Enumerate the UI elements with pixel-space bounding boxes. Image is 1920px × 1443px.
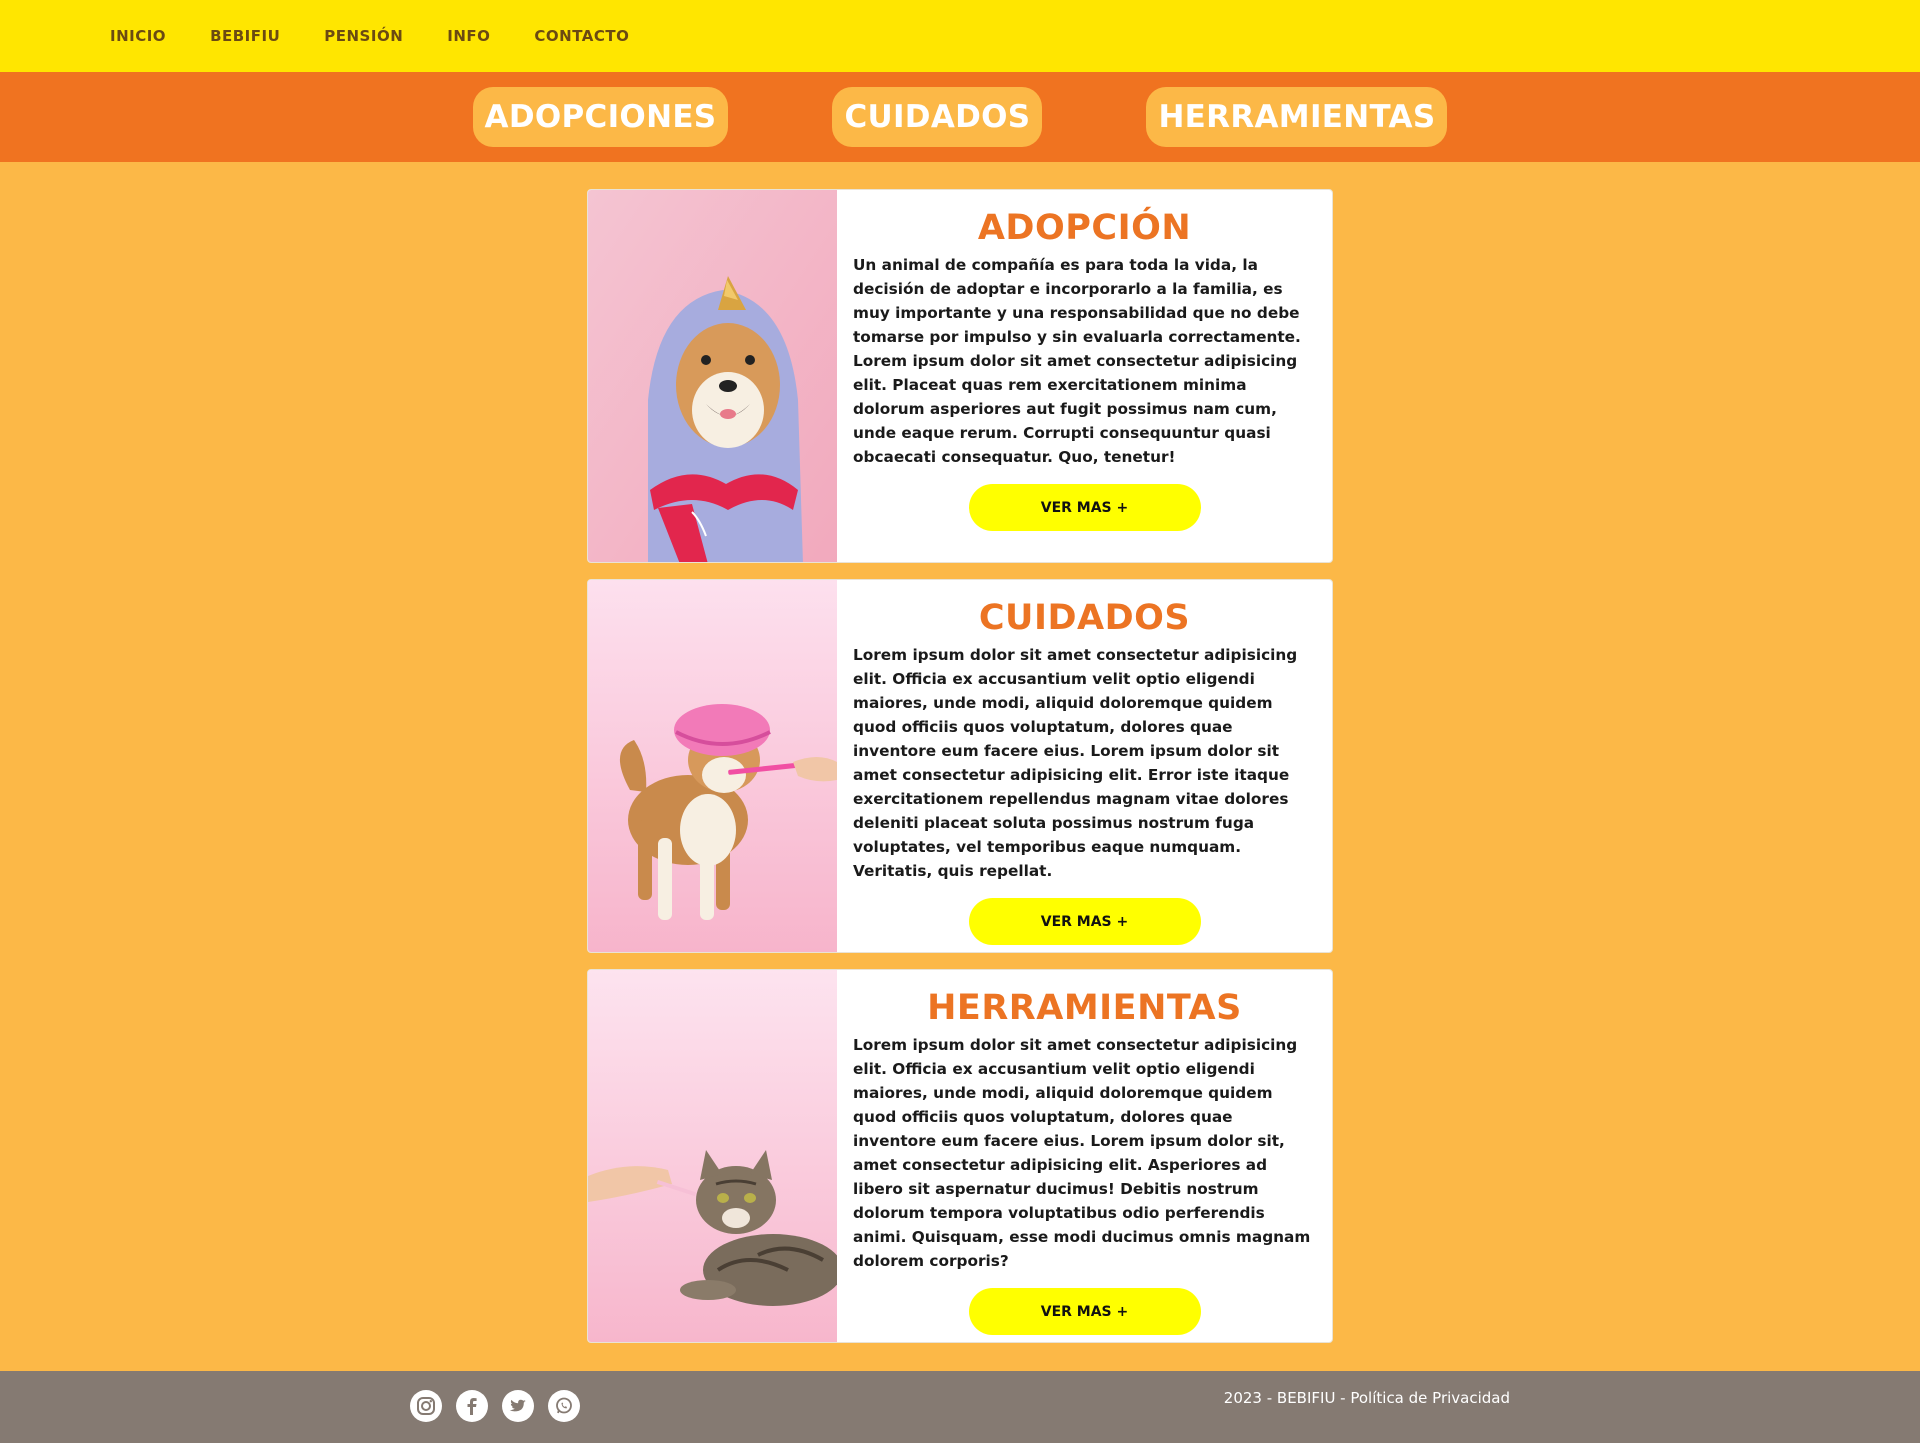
social-links <box>410 1390 594 1422</box>
card-body: ADOPCIÓN Un animal de compañía es para t… <box>837 190 1332 562</box>
top-navbar: INICIO BEBIFIU PENSIÓN INFO CONTACTO <box>0 0 1920 72</box>
ver-mas-button[interactable]: VER MAS + <box>968 898 1201 945</box>
card-title: CUIDADOS <box>978 598 1191 638</box>
card-text: Un animal de compañía es para toda la vi… <box>853 256 1301 466</box>
whatsapp-icon[interactable] <box>548 1390 580 1422</box>
nav-link-inicio[interactable]: INICIO <box>110 27 166 45</box>
facebook-icon[interactable] <box>456 1390 488 1422</box>
nav-link-bebifiu[interactable]: BEBIFIU <box>210 27 280 45</box>
copyright-text[interactable]: 2023 - BEBIFIU - Política de Privacidad <box>1224 1389 1510 1407</box>
card-text: Lorem ipsum dolor sit amet consectetur a… <box>853 1036 1311 1270</box>
card-text: Lorem ipsum dolor sit amet consectetur a… <box>853 646 1298 880</box>
card-body: HERRAMIENTAS Lorem ipsum dolor sit amet … <box>837 970 1332 1342</box>
card-title: HERRAMIENTAS <box>927 988 1242 1028</box>
card-herramientas: HERRAMIENTAS Lorem ipsum dolor sit amet … <box>587 969 1333 1343</box>
footer: 2023 - BEBIFIU - Política de Privacidad <box>0 1371 1920 1443</box>
ver-mas-button[interactable]: VER MAS + <box>968 1288 1201 1335</box>
shiba-toothbrush-photo <box>588 580 837 952</box>
twitter-icon[interactable] <box>502 1390 534 1422</box>
instagram-icon[interactable] <box>410 1390 442 1422</box>
card-cuidados: CUIDADOS Lorem ipsum dolor sit amet cons… <box>587 579 1333 953</box>
section-pill-cuidados[interactable]: CUIDADOS <box>832 87 1043 147</box>
nav-link-contacto[interactable]: CONTACTO <box>534 27 629 45</box>
nav-link-pension[interactable]: PENSIÓN <box>324 27 403 45</box>
ver-mas-button[interactable]: VER MAS + <box>968 484 1201 531</box>
card-title: ADOPCIÓN <box>977 208 1192 248</box>
cat-brushing-photo <box>588 970 843 1342</box>
section-pill-herramientas[interactable]: HERRAMIENTAS <box>1146 87 1448 147</box>
card-adopcion: ADOPCIÓN Un animal de compañía es para t… <box>587 189 1333 563</box>
section-navbar: ADOPCIONES CUIDADOS HERRAMIENTAS <box>0 72 1920 162</box>
shiba-unicorn-photo <box>588 190 837 562</box>
nav-link-info[interactable]: INFO <box>447 27 490 45</box>
section-pill-adopciones[interactable]: ADOPCIONES <box>472 87 729 147</box>
card-body: CUIDADOS Lorem ipsum dolor sit amet cons… <box>837 580 1332 952</box>
